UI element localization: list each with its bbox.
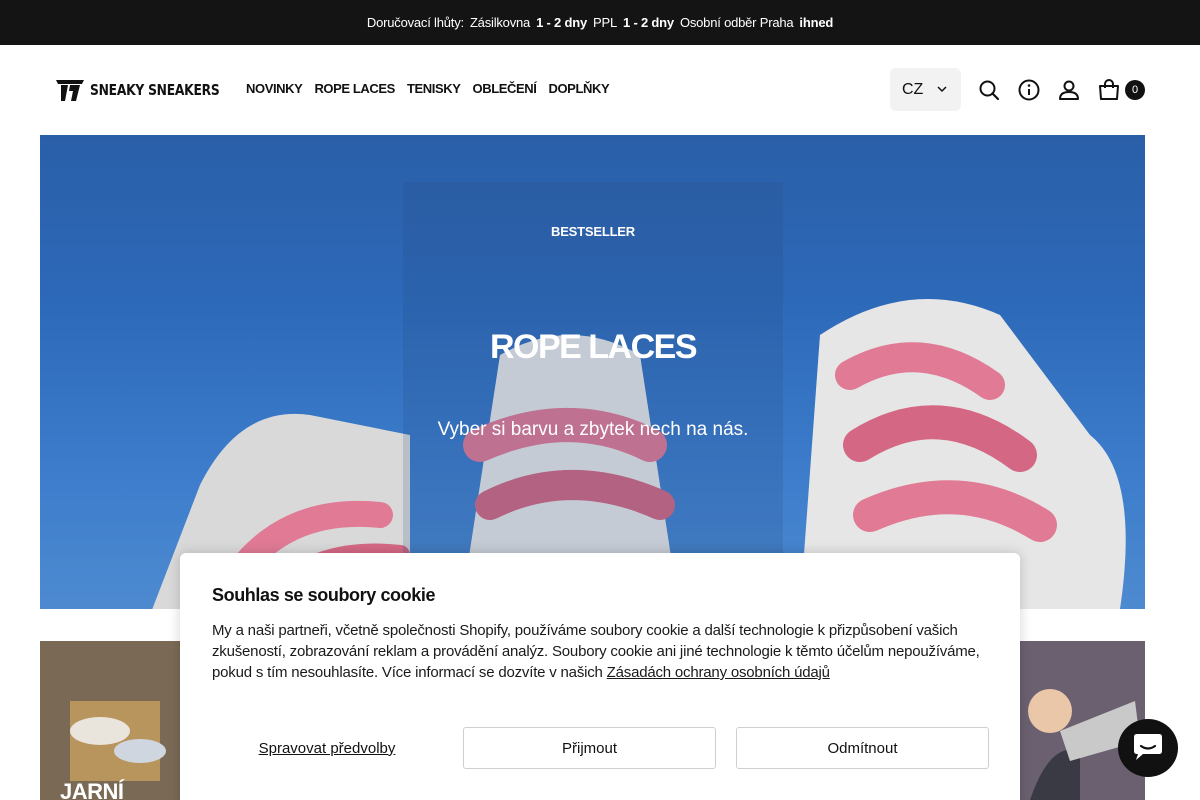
announcement-pickup: Osobní odběr Praha — [679, 15, 794, 30]
language-selector[interactable]: CZ — [890, 68, 961, 111]
nav-item-obleceni[interactable]: OBLEČENÍ — [473, 81, 537, 96]
nav-item-tenisky[interactable]: TENISKY — [407, 81, 461, 96]
announcement-time-zasilkovna: 1 - 2 dny — [536, 15, 588, 30]
cookie-text: My a naši partneři, včetně společnosti S… — [212, 620, 988, 683]
chevron-down-icon — [937, 86, 947, 93]
search-icon[interactable] — [977, 78, 1001, 102]
manage-preferences-button[interactable]: Spravovat předvolby — [212, 727, 442, 769]
announcement-time-ppl: 1 - 2 dny — [623, 15, 674, 30]
chat-icon — [1134, 734, 1162, 760]
nav-item-rope-laces[interactable]: ROPE LACES — [314, 81, 395, 96]
site-header: SNEAKY SNEAKERS NOVINKY ROPE LACES TENIS… — [0, 45, 1200, 135]
cart-count-badge: 0 — [1125, 80, 1145, 100]
hero-banner[interactable]: BESTSELLER ROPE LACES Vyber si barvu a z… — [40, 135, 1145, 609]
tile-right-image — [1020, 641, 1145, 800]
logo-text: SNEAKY SNEAKERS — [90, 81, 220, 99]
hero-eyebrow: BESTSELLER — [551, 224, 635, 239]
info-icon[interactable] — [1017, 78, 1041, 102]
cart-icon[interactable] — [1097, 78, 1121, 102]
announcement-carrier-ppl: PPL — [593, 15, 617, 30]
cookie-actions: Spravovat předvolby Přijmout Odmítnout — [212, 727, 989, 769]
hero-text-panel — [403, 182, 783, 609]
accept-button[interactable]: Přijmout — [463, 727, 716, 769]
hero-title: ROPE LACES — [489, 328, 698, 366]
announcement-pickup-time: ihned — [799, 15, 834, 30]
tile-left-image — [40, 641, 180, 800]
cookie-title: Souhlas se soubory cookie — [212, 585, 436, 605]
chat-button[interactable] — [1118, 719, 1178, 777]
privacy-policy-link[interactable]: Zásadách ochrany osobních údajů — [607, 664, 830, 681]
announcement-carrier-zasilkovna: Zásilkovna — [469, 15, 531, 30]
cookie-consent-dialog: Souhlas se soubory cookie My a naši part… — [180, 553, 1020, 800]
hero-subtitle: Vyber si barvu a zbytek nech na nás. — [437, 419, 749, 440]
nav-item-novinky[interactable]: NOVINKY — [246, 81, 303, 96]
decline-button[interactable]: Odmítnout — [736, 727, 989, 769]
nav-item-doplnky[interactable]: DOPLŇKY — [548, 81, 609, 96]
logo[interactable]: SNEAKY SNEAKERS — [56, 77, 248, 103]
logo-mark-icon — [56, 80, 84, 101]
announcement-bar: Doručovací lhůty: Zásilkovna 1 - 2 dny P… — [0, 0, 1200, 45]
main-nav: NOVINKY ROPE LACES TENISKY OBLEČENÍ DOPL… — [246, 81, 610, 96]
tile-left-label: JARNÍ — [60, 779, 124, 800]
language-value: CZ — [902, 80, 924, 98]
announcement-prefix: Doručovací lhůty: — [366, 15, 464, 30]
cookie-body-text: My a naši partneři, včetně společnosti S… — [212, 622, 980, 681]
account-icon[interactable] — [1057, 78, 1081, 102]
category-tile-left[interactable]: JARNÍ — [40, 641, 180, 800]
category-tile-right[interactable] — [1020, 641, 1145, 800]
